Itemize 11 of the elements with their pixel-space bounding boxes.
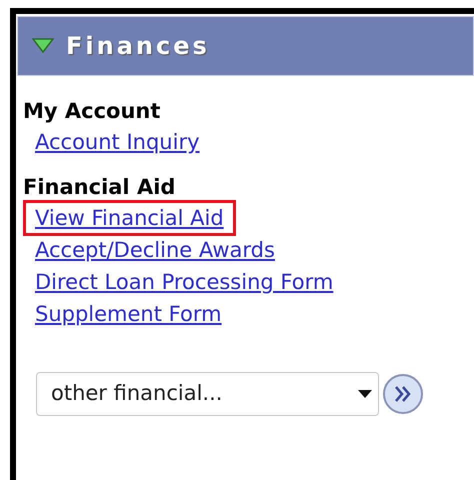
- link[interactable]: View Financial Aid: [23, 200, 236, 236]
- section-heading: My Account: [23, 98, 160, 125]
- link[interactable]: Account Inquiry: [23, 124, 212, 160]
- section-heading: Financial Aid: [23, 174, 176, 201]
- triangle-icon: [32, 38, 54, 54]
- panel-header[interactable]: Finances: [17, 16, 474, 76]
- double-chevron-icon: [393, 385, 413, 403]
- panel-title: Finances: [66, 31, 210, 62]
- dropdown[interactable]: other financial...: [36, 372, 379, 416]
- caret-icon: [358, 390, 372, 398]
- go-button[interactable]: [383, 374, 423, 414]
